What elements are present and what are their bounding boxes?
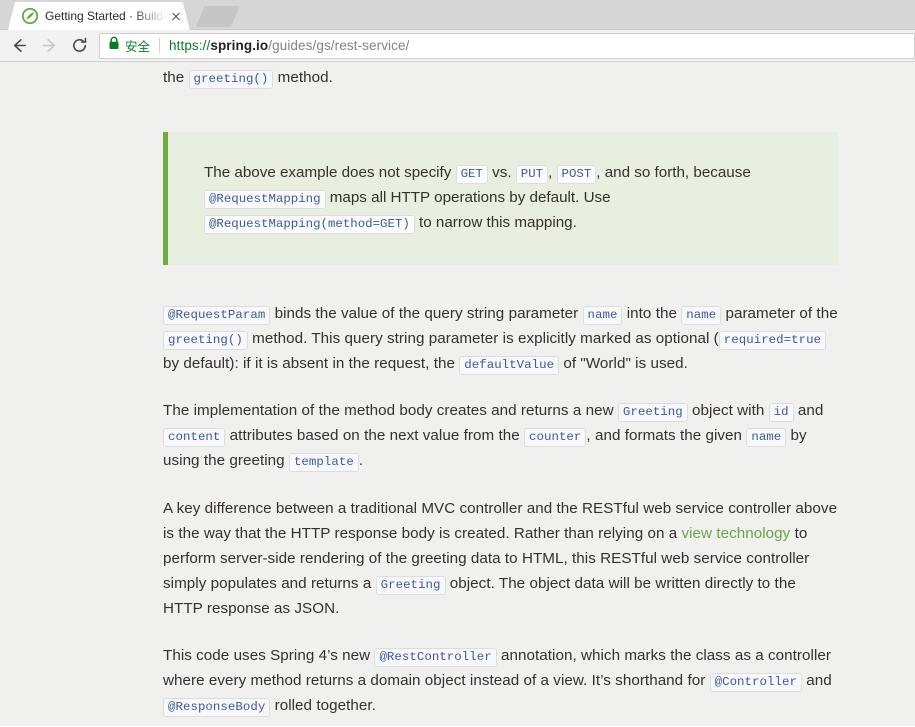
text-fragment: parameter of the — [721, 305, 838, 322]
text-fragment: This code uses Spring 4’s new — [163, 647, 375, 664]
code-token: greeting() — [188, 70, 274, 89]
article-content: the greeting() method. The above example… — [163, 62, 838, 726]
text-fragment: , — [548, 164, 557, 181]
code-token: @ResponseBody — [163, 698, 271, 717]
text-fragment: of "World" is used. — [559, 355, 688, 372]
address-bar[interactable]: 安全 https://spring.io/guides/gs/rest-serv… — [99, 32, 915, 59]
text-fragment: method. — [273, 69, 333, 86]
text-fragment: by default): if it is absent in the requ… — [163, 355, 460, 372]
reload-icon[interactable] — [64, 31, 94, 61]
code-token: POST — [556, 165, 597, 184]
text-fragment: vs. — [487, 164, 516, 181]
tab-strip: Getting Started · Buildi — [0, 0, 915, 30]
code-token: @RequestMapping(method=GET) — [204, 215, 415, 234]
link-view-technology[interactable]: view technology — [681, 525, 790, 542]
code-token: template — [288, 453, 359, 472]
omnibox-divider — [159, 38, 161, 53]
code-token: name — [582, 306, 623, 325]
code-token: @RequestParam — [163, 306, 271, 325]
text-fragment: the — [163, 69, 189, 86]
spring-leaf-icon — [22, 8, 38, 24]
browser-toolbar: 安全 https://spring.io/guides/gs/rest-serv… — [0, 30, 915, 62]
text-fragment: into the — [622, 305, 682, 322]
browser-tab-active[interactable]: Getting Started · Buildi — [8, 2, 190, 30]
code-token: greeting() — [163, 331, 248, 350]
secure-label: 安全 — [125, 40, 151, 54]
code-token: required=true — [718, 331, 827, 350]
code-token: content — [163, 428, 226, 447]
browser-window: Getting Started · Buildi 安全 https://spri… — [0, 0, 915, 727]
code-token: @RestController — [374, 648, 497, 667]
paragraph-request-param: @RequestParam binds the value of the que… — [163, 301, 838, 376]
text-fragment: rolled together. — [270, 697, 376, 714]
text-fragment: to narrow this mapping. — [414, 214, 577, 231]
code-token: Greeting — [375, 576, 446, 595]
url-path: /guides/gs/rest-service/ — [268, 38, 410, 53]
text-fragment: , and formats the given — [586, 427, 747, 444]
text-fragment: . — [358, 452, 364, 469]
text-fragment: object with — [687, 402, 769, 419]
paragraph-method-body: The implementation of the method body cr… — [163, 398, 838, 473]
code-token: name — [681, 306, 722, 325]
paragraph-rest-controller: This code uses Spring 4’s new @RestContr… — [163, 643, 838, 718]
url-host: spring.io — [210, 38, 269, 53]
close-icon[interactable] — [168, 8, 184, 24]
text-fragment: method. This query string parameter is e… — [247, 330, 719, 347]
text-fragment: and — [801, 672, 832, 689]
code-token: PUT — [515, 165, 549, 184]
code-token: @Controller — [709, 673, 802, 692]
forward-arrow-icon — [34, 31, 64, 61]
url-text: https://spring.io/guides/gs/rest-service… — [169, 38, 409, 53]
code-token: counter — [524, 428, 587, 447]
url-scheme: https:// — [169, 38, 211, 53]
code-token: GET — [455, 165, 488, 184]
code-token: Greeting — [617, 403, 688, 422]
text-fragment: binds the value of the query string para… — [270, 305, 583, 322]
security-indicator[interactable]: 安全 — [108, 36, 150, 55]
paragraph-partial-top: the greeting() method. — [163, 65, 838, 90]
note-callout: The above example does not specify GET v… — [163, 132, 838, 265]
note-text: The above example does not specify GET v… — [204, 160, 808, 235]
back-arrow-icon[interactable] — [4, 31, 34, 61]
paragraph-key-difference: A key difference between a traditional M… — [163, 496, 838, 621]
code-token: defaultValue — [459, 356, 560, 375]
code-token: id — [768, 403, 794, 422]
text-fragment: The above example does not specify — [204, 164, 456, 181]
lock-icon — [108, 36, 120, 55]
text-fragment: and — [793, 402, 824, 419]
new-tab-button[interactable] — [196, 6, 240, 27]
text-fragment: attributes based on the next value from … — [225, 427, 524, 444]
browser-tab-title: Getting Started · Buildi — [45, 9, 166, 23]
page-viewport[interactable]: the greeting() method. The above example… — [0, 62, 915, 726]
code-token: @RequestMapping — [204, 190, 326, 209]
code-token: name — [746, 428, 787, 447]
text-fragment: , and so forth, because — [596, 164, 751, 181]
text-fragment: maps all HTTP operations by default. Use — [325, 189, 611, 206]
text-fragment: The implementation of the method body cr… — [163, 402, 618, 419]
